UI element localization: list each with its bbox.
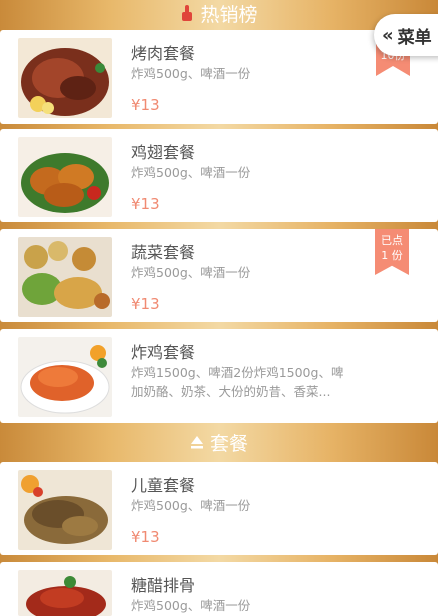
item-desc: 炸鸡500g、啤酒一份 <box>131 66 251 81</box>
menu-tab-button[interactable]: « 菜单 <box>374 14 438 56</box>
item-price: ¥13 <box>131 528 160 546</box>
list-item[interactable]: 儿童套餐 炸鸡500g、啤酒一份 ¥13 <box>0 462 438 555</box>
list-item[interactable]: 蔬菜套餐 炸鸡500g、啤酒一份 ¥13 已点 1 份 <box>0 229 438 322</box>
food-image <box>18 38 112 118</box>
food-image <box>18 237 112 317</box>
menu-tab-label: 菜单 <box>397 27 432 48</box>
item-name: 烤肉套餐 <box>131 44 196 63</box>
item-desc: 炸鸡500g、啤酒一份 <box>131 265 251 280</box>
food-image <box>18 470 112 550</box>
item-desc: 炸鸡500g、啤酒一份 <box>131 598 251 613</box>
ordered-badge: 已点 1 份 <box>375 229 409 275</box>
item-price: ¥13 <box>131 96 160 114</box>
double-chevron-left-icon: « <box>382 24 394 46</box>
item-name: 鸡翅套餐 <box>131 143 196 162</box>
food-image <box>18 337 112 417</box>
thumb-up-icon <box>180 4 194 22</box>
food-image <box>18 570 112 616</box>
list-item[interactable]: 炸鸡套餐 炸鸡1500g、啤酒2份炸鸡1500g、啤加奶酪、奶茶、大份的奶昔、香… <box>0 329 438 423</box>
list-item[interactable]: 鸡翅套餐 炸鸡500g、啤酒一份 ¥13 <box>0 129 438 222</box>
item-desc: 炸鸡500g、啤酒一份 <box>131 165 251 180</box>
item-price: ¥13 <box>131 295 160 313</box>
list-item[interactable]: 烤肉套餐 炸鸡500g、啤酒一份 ¥13 10份 <box>0 26 438 124</box>
item-name: 蔬菜套餐 <box>131 243 196 262</box>
section-header-combo: 套餐 <box>0 426 438 458</box>
item-name: 儿童套餐 <box>131 476 196 495</box>
item-price: ¥13 <box>131 195 160 213</box>
item-desc: 炸鸡1500g、啤酒2份炸鸡1500g、啤加奶酪、奶茶、大份的奶昔、香菜... <box>131 365 344 399</box>
section-title-combo: 套餐 <box>209 432 248 455</box>
item-name: 炸鸡套餐 <box>131 343 196 362</box>
item-desc: 炸鸡500g、啤酒一份 <box>131 498 251 513</box>
item-name: 糖醋排骨 <box>131 576 196 595</box>
section-header-hot: 热销榜 <box>0 0 438 26</box>
list-item[interactable]: 糖醋排骨 炸鸡500g、啤酒一份 <box>0 562 438 616</box>
food-image <box>18 137 112 217</box>
section-title-hot: 热销榜 <box>200 3 258 26</box>
eject-icon <box>190 435 204 449</box>
